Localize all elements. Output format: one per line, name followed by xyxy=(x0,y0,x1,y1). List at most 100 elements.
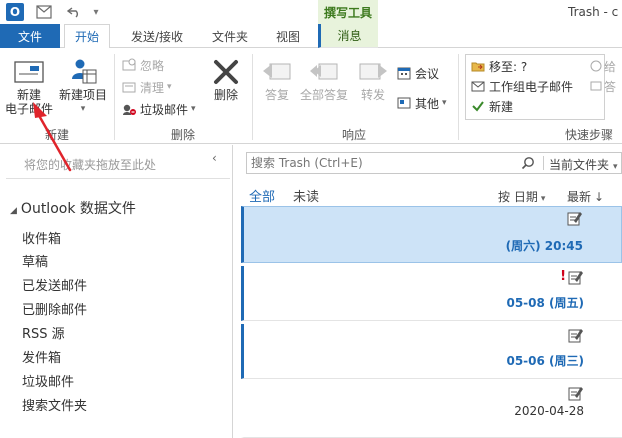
filter-all[interactable]: 全部 xyxy=(249,186,275,205)
arrow-down-icon: ↓ xyxy=(594,190,605,204)
ignore-icon xyxy=(121,57,137,73)
account-header[interactable]: ◢ Outlook 数据文件 xyxy=(10,198,136,218)
draft-edit-icon xyxy=(568,387,583,401)
collapse-pane-icon[interactable]: ‹ xyxy=(212,151,217,165)
folder-inbox[interactable]: 收件箱 xyxy=(22,228,61,247)
more-dropdown-icon: ▾ xyxy=(442,98,447,108)
new-items-button[interactable]: 新建项目 ▾ xyxy=(56,56,110,116)
tab-send-receive[interactable]: 发送/接收 xyxy=(120,24,194,48)
filter-unread[interactable]: 未读 xyxy=(293,186,319,205)
search-input[interactable] xyxy=(251,155,511,171)
reply-delete-icon xyxy=(588,78,604,94)
draft-edit-icon xyxy=(567,212,582,226)
message-row[interactable]: 2020-04-28 xyxy=(241,382,622,438)
forward-label: 转发 xyxy=(360,88,385,102)
more-respond-icon xyxy=(396,95,412,111)
tab-message[interactable]: 消息 xyxy=(318,24,378,48)
quickstep-right-mid[interactable]: 答 xyxy=(588,77,616,95)
pane-divider[interactable] xyxy=(232,145,233,438)
cleanup-dropdown-icon: ▾ xyxy=(167,82,172,92)
meeting-button[interactable]: 会议 xyxy=(396,64,439,82)
quickstep-right-top-label: 给 xyxy=(604,59,617,74)
message-row[interactable]: 05-06 (周三) xyxy=(241,324,622,379)
outlook-window: O ▾ 撰写工具 Trash - c 文件 开始 发送/接收 文件夹 视图 消息… xyxy=(0,0,622,438)
sort-by-dropdown[interactable]: 按 日期 ▾ xyxy=(498,188,545,205)
tab-folder[interactable]: 文件夹 xyxy=(202,24,258,48)
group-label-delete: 删除 xyxy=(170,128,195,142)
quick-access-dropdown-icon[interactable]: ▾ xyxy=(86,3,106,21)
folder-rss[interactable]: RSS 源 xyxy=(22,323,65,342)
forward-button[interactable]: 转发 xyxy=(354,56,392,102)
reply-all-button[interactable]: 全部答复 xyxy=(297,56,351,102)
search-icon[interactable] xyxy=(519,155,537,171)
message-date: (周六) 20:45 xyxy=(505,239,583,253)
reply-all-icon xyxy=(308,56,340,88)
quickstep-right-top[interactable]: 给 xyxy=(588,57,616,75)
cleanup-button[interactable]: 清理 ▾ xyxy=(121,78,172,96)
ignore-button[interactable]: 忽略 xyxy=(121,56,164,74)
folder-sent[interactable]: 已发送邮件 xyxy=(22,275,87,294)
new-email-icon xyxy=(13,56,45,88)
reply-all-label: 全部答复 xyxy=(299,88,348,102)
junk-label: 垃圾邮件 xyxy=(140,102,189,117)
group-label-quick-steps: 快速步骤 xyxy=(564,128,613,142)
ribbon-tabs: 文件 开始 发送/接收 文件夹 视图 消息 xyxy=(0,24,622,49)
search-scope-label: 当前文件夹 xyxy=(549,158,610,172)
folder-arrow-icon xyxy=(470,58,486,74)
nav-separator xyxy=(6,178,230,179)
sort-order-label: 最新 xyxy=(567,190,592,204)
sort-order-toggle[interactable]: 最新 ↓ xyxy=(567,188,604,205)
ignore-label: 忽略 xyxy=(140,58,165,73)
sort-by-label: 按 日期 xyxy=(498,190,538,204)
ribbon-separator xyxy=(252,54,253,140)
chevron-down-icon: ▾ xyxy=(540,194,546,204)
meeting-icon xyxy=(396,65,412,81)
quickstep-right-mid-label: 答 xyxy=(604,79,617,94)
undo-icon[interactable] xyxy=(64,3,84,21)
tab-home[interactable]: 开始 xyxy=(64,24,110,49)
ribbon: 新建 电子邮件 新建项目 ▾ 新建 忽略 清理 ▾ 垃圾邮件 ▾ 删除 删除 答… xyxy=(0,48,622,144)
quickstep-move-to[interactable]: 移至: ? xyxy=(470,57,527,75)
junk-icon xyxy=(121,101,137,117)
meeting-label: 会议 xyxy=(415,66,440,81)
folder-deleted[interactable]: 已删除邮件 xyxy=(22,299,87,318)
ribbon-separator xyxy=(458,54,459,140)
chevron-down-icon: ▾ xyxy=(613,162,618,172)
folder-junk[interactable]: 垃圾邮件 xyxy=(22,371,74,390)
junk-dropdown-icon: ▾ xyxy=(191,104,196,114)
tab-view[interactable]: 视图 xyxy=(268,24,308,48)
quickstep-new[interactable]: 新建 xyxy=(470,97,513,115)
message-row[interactable]: (周六) 20:45 xyxy=(241,206,622,263)
outlook-app-icon[interactable]: O xyxy=(6,3,24,21)
junk-button[interactable]: 垃圾邮件 ▾ xyxy=(121,100,196,118)
new-items-label: 新建项目 xyxy=(58,88,107,102)
more-respond-label: 其他 xyxy=(415,96,440,111)
quickstep-new-label: 新建 xyxy=(489,99,514,114)
message-date: 05-08 (周五) xyxy=(506,296,584,310)
reply-label: 答复 xyxy=(264,88,289,102)
search-scope-separator xyxy=(543,156,544,170)
checkmark-icon xyxy=(470,98,486,114)
reply-button[interactable]: 答复 xyxy=(258,56,296,102)
search-scope-dropdown[interactable]: 当前文件夹 ▾ xyxy=(549,156,618,173)
folder-outbox[interactable]: 发件箱 xyxy=(22,347,61,366)
more-respond-button[interactable]: 其他 ▾ xyxy=(396,94,447,112)
message-row[interactable]: ! 05-08 (周五) xyxy=(241,266,622,321)
folder-search[interactable]: 搜索文件夹 xyxy=(22,395,87,414)
draft-edit-icon xyxy=(568,271,583,285)
quickstep-team-email-label: 工作组电子邮件 xyxy=(489,79,574,94)
new-items-dropdown-icon: ▾ xyxy=(80,104,86,114)
quickstep-team-email[interactable]: 工作组电子邮件 xyxy=(470,77,573,95)
cleanup-icon xyxy=(121,79,137,95)
quickstep-move-to-label: 移至: ? xyxy=(489,59,528,74)
new-email-label-2: 电子邮件 xyxy=(4,102,53,116)
title-bar: O ▾ 撰写工具 Trash - c xyxy=(0,0,622,24)
send-receive-all-icon[interactable] xyxy=(34,3,54,21)
new-email-button[interactable]: 新建 电子邮件 xyxy=(4,56,54,116)
message-date: 2020-04-28 xyxy=(514,404,584,418)
favorites-hint: 将您的收藏夹拖放至此处 xyxy=(24,158,157,172)
tool-group-label: 撰写工具 xyxy=(318,0,378,24)
folder-drafts[interactable]: 草稿 xyxy=(22,251,48,270)
delete-button[interactable]: 删除 xyxy=(206,56,246,102)
tab-file[interactable]: 文件 xyxy=(0,24,60,48)
